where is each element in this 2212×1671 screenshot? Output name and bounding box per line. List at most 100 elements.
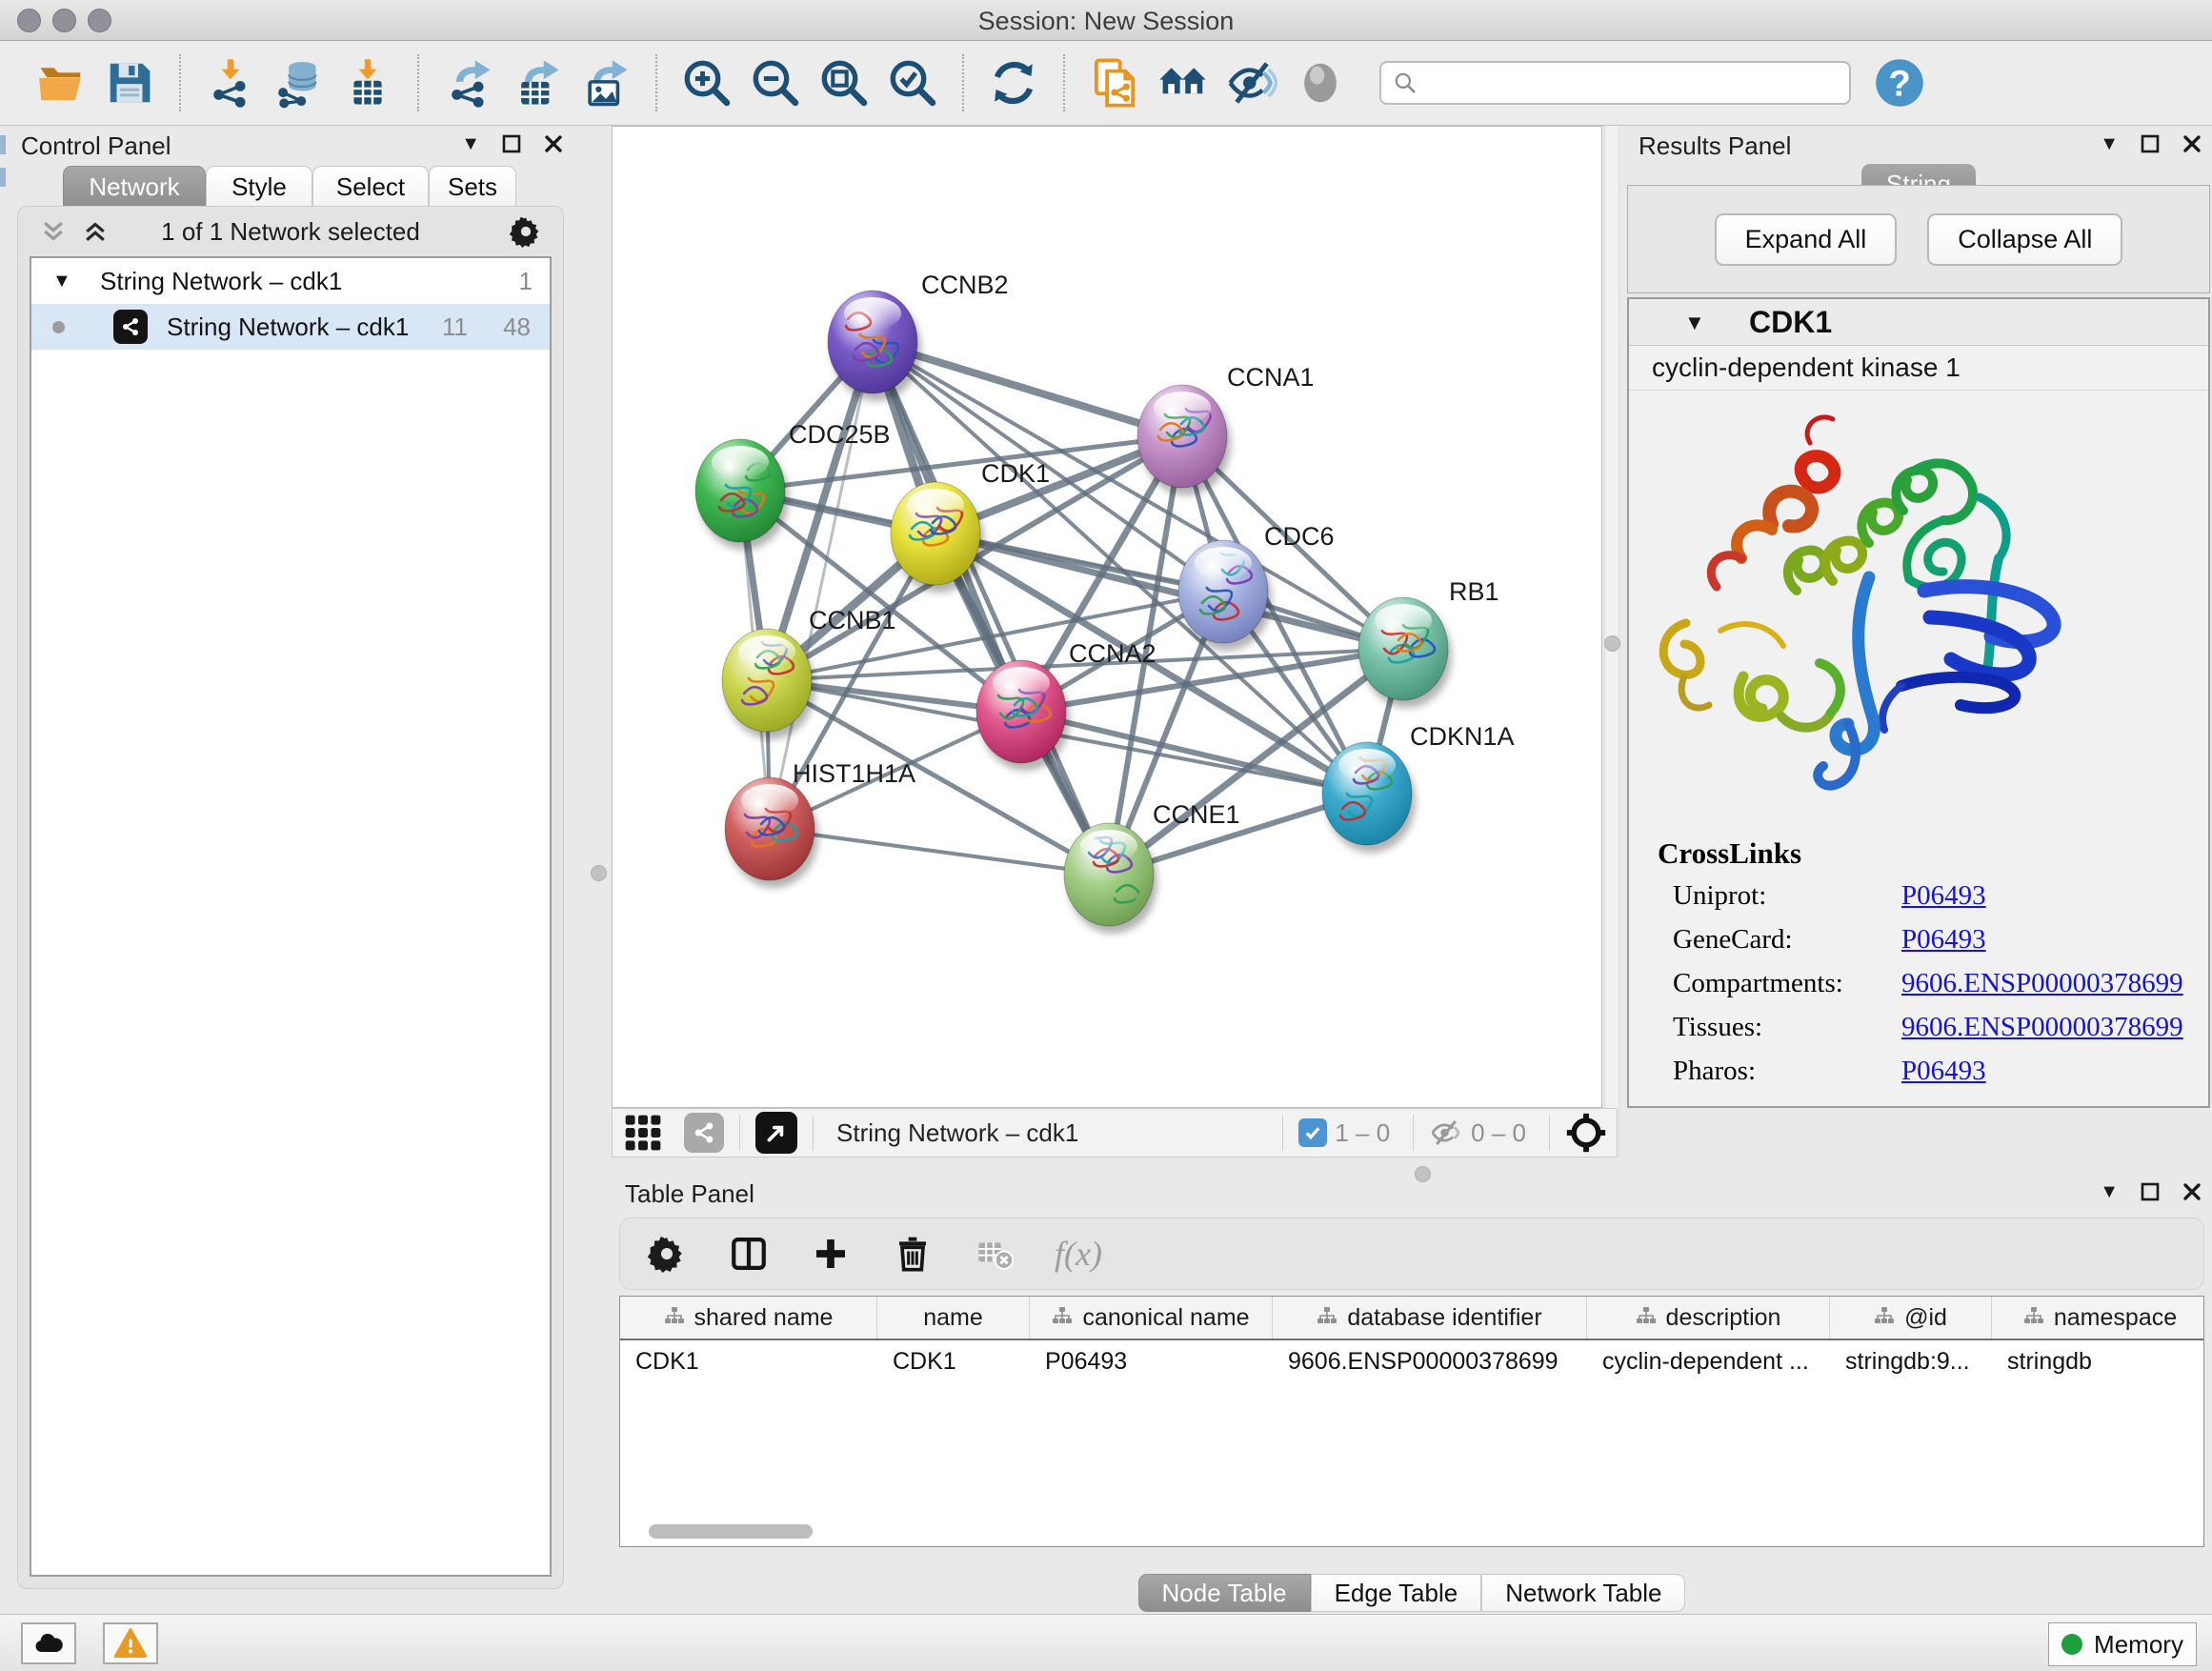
tab-style[interactable]: Style [206,166,312,208]
crosslink-link[interactable]: P06493 [1901,1056,1986,1087]
center-view-crosshair-icon[interactable] [1565,1112,1607,1154]
table-cell[interactable]: 9606.ENSP00000378699 [1273,1340,1587,1382]
main-area: Control Panel ▼ Network Style Select Set… [0,126,2212,1614]
splitter-grip[interactable] [1604,635,1620,652]
collapse-panel-icon[interactable]: ▼ [2100,134,2119,153]
cloud-status-button[interactable] [21,1622,76,1664]
column-header-database-identifier[interactable]: database identifier [1273,1297,1587,1339]
tab-node-table[interactable]: Node Table [1138,1574,1311,1612]
zoom-selected-icon[interactable] [885,55,940,111]
network-node-RB1[interactable]: RB1 [1358,577,1499,708]
tab-edge-table[interactable]: Edge Table [1311,1574,1482,1612]
gene-header-row[interactable]: ▼ CDK1 [1629,299,2208,346]
create-column-plus-icon[interactable] [809,1232,853,1276]
tab-select[interactable]: Select [312,166,429,208]
crosslink-link[interactable]: P06493 [1901,880,1986,912]
expand-all-button[interactable]: Expand All [1715,213,1898,266]
function-builder-icon[interactable]: f(x) [1055,1234,1102,1274]
network-node-HIST1H1A[interactable]: HIST1H1A [725,759,915,888]
column-header-canonical-name[interactable]: canonical name [1030,1297,1273,1339]
export-table-icon[interactable] [510,55,565,111]
table-cell[interactable]: cyclin-dependent ... [1587,1340,1830,1382]
show-column-icon[interactable] [727,1232,771,1276]
warning-status-button[interactable] [103,1622,158,1664]
collapse-all-button[interactable]: Collapse All [1927,213,2122,266]
network-node-CDKN1A[interactable]: CDKN1A [1322,722,1515,853]
presentation-mode-icon[interactable] [1293,55,1348,111]
search-input[interactable] [1418,69,1849,97]
string-document-icon[interactable] [1087,55,1142,111]
export-image-icon[interactable] [578,55,633,111]
column-header-description[interactable]: description [1587,1297,1830,1339]
column-header-name[interactable]: name [877,1297,1030,1339]
birdseye-grid-icon[interactable] [622,1112,664,1154]
network-collection-row[interactable]: ▼ String Network – cdk1 1 [31,258,550,304]
network-options-gear-icon[interactable] [510,215,542,248]
export-network-icon[interactable] [441,55,496,111]
zoom-in-icon[interactable] [679,55,734,111]
network-label: String Network – cdk1 [167,312,409,342]
float-panel-icon[interactable] [2140,133,2161,154]
network-row-selected[interactable]: String Network – cdk1 11 48 [31,304,550,350]
table-cell[interactable]: P06493 [1030,1340,1273,1382]
zoom-fit-icon[interactable] [816,55,872,111]
open-session-icon[interactable] [33,55,89,111]
network-edge[interactable] [770,829,1109,875]
collection-label: String Network – cdk1 [100,267,342,296]
table-row[interactable]: CDK1CDK1P064939606.ENSP00000378699cyclin… [620,1340,2203,1382]
network-canvas[interactable]: CCNB2CCNA1CDC25BCDK1CDC6RB1CCNB1CCNA2CDK… [612,126,1602,1108]
open-view-external-icon[interactable] [755,1112,797,1154]
close-panel-icon[interactable] [543,133,564,154]
crosslink-link[interactable]: P06493 [1901,924,1986,956]
table-cell[interactable]: CDK1 [620,1340,877,1382]
table-cell[interactable]: CDK1 [877,1340,1030,1382]
float-panel-icon[interactable] [2140,1181,2161,1202]
splitter-grip[interactable] [591,865,607,881]
gene-description: cyclin-dependent kinase 1 [1629,346,2208,391]
close-panel-icon[interactable] [2182,133,2202,154]
column-header-namespace[interactable]: namespace [1992,1297,2204,1339]
tab-network-table[interactable]: Network Table [1481,1574,1685,1612]
tab-network[interactable]: Network [63,166,206,208]
horizontal-scrollbar-thumb[interactable] [649,1524,813,1539]
crosslink-label: Pharos: [1673,1056,1756,1087]
help-icon[interactable]: ? [1872,55,1927,111]
hidden-eye-slash-icon[interactable] [1429,1116,1463,1150]
close-panel-icon[interactable] [2182,1181,2202,1202]
collapse-panel-icon[interactable]: ▼ [2100,1182,2119,1201]
network-node-CCNE1[interactable]: CCNE1 [1064,800,1240,934]
network-node-CCNB1[interactable]: CCNB1 [722,606,896,739]
save-session-icon[interactable] [102,55,157,111]
table-cell[interactable]: stringdb [1992,1340,2204,1382]
network-graph[interactable]: CCNB2CCNA1CDC25BCDK1CDC6RB1CCNB1CCNA2CDK… [613,127,1601,1107]
tab-sets[interactable]: Sets [429,166,516,208]
collection-expand-triangle[interactable]: ▼ [52,271,71,292]
float-panel-icon[interactable] [501,133,522,154]
gene-expand-triangle[interactable]: ▼ [1684,311,1705,335]
collapse-panel-icon[interactable]: ▼ [461,134,480,153]
crosslink-link[interactable]: 9606.ENSP00000378699 [1901,1012,2183,1043]
delete-column-trash-icon[interactable] [891,1232,935,1276]
network-node-CDC6[interactable]: CDC6 [1178,522,1335,651]
selected-indicator-checkbox[interactable] [1298,1118,1327,1147]
memory-button[interactable]: Memory [2048,1622,2197,1666]
network-type-share-icon[interactable] [684,1113,724,1153]
node-label-CCNE1: CCNE1 [1153,800,1240,829]
refresh-view-icon[interactable] [986,55,1041,111]
crosslink-link[interactable]: 9606.ENSP00000378699 [1901,968,2183,999]
network-edge[interactable] [873,342,1109,875]
network-right-scroll-strip[interactable] [1604,126,1619,1158]
import-network-file-icon[interactable] [203,55,258,111]
column-header--id[interactable]: @id [1830,1297,1992,1339]
delete-table-icon[interactable] [973,1232,1016,1276]
network-edge[interactable] [935,534,1403,649]
table-options-gear-icon[interactable] [645,1232,689,1276]
import-table-file-icon[interactable] [340,55,395,111]
column-header-shared-name[interactable]: shared name [620,1297,877,1339]
table-cell[interactable]: stringdb:9... [1830,1340,1992,1382]
zoom-out-icon[interactable] [748,55,803,111]
home-networks-icon[interactable] [1156,55,1211,111]
import-network-database-icon[interactable] [271,55,327,111]
status-bar: Memory [0,1614,2212,1671]
hide-graphics-details-icon[interactable] [1224,55,1279,111]
